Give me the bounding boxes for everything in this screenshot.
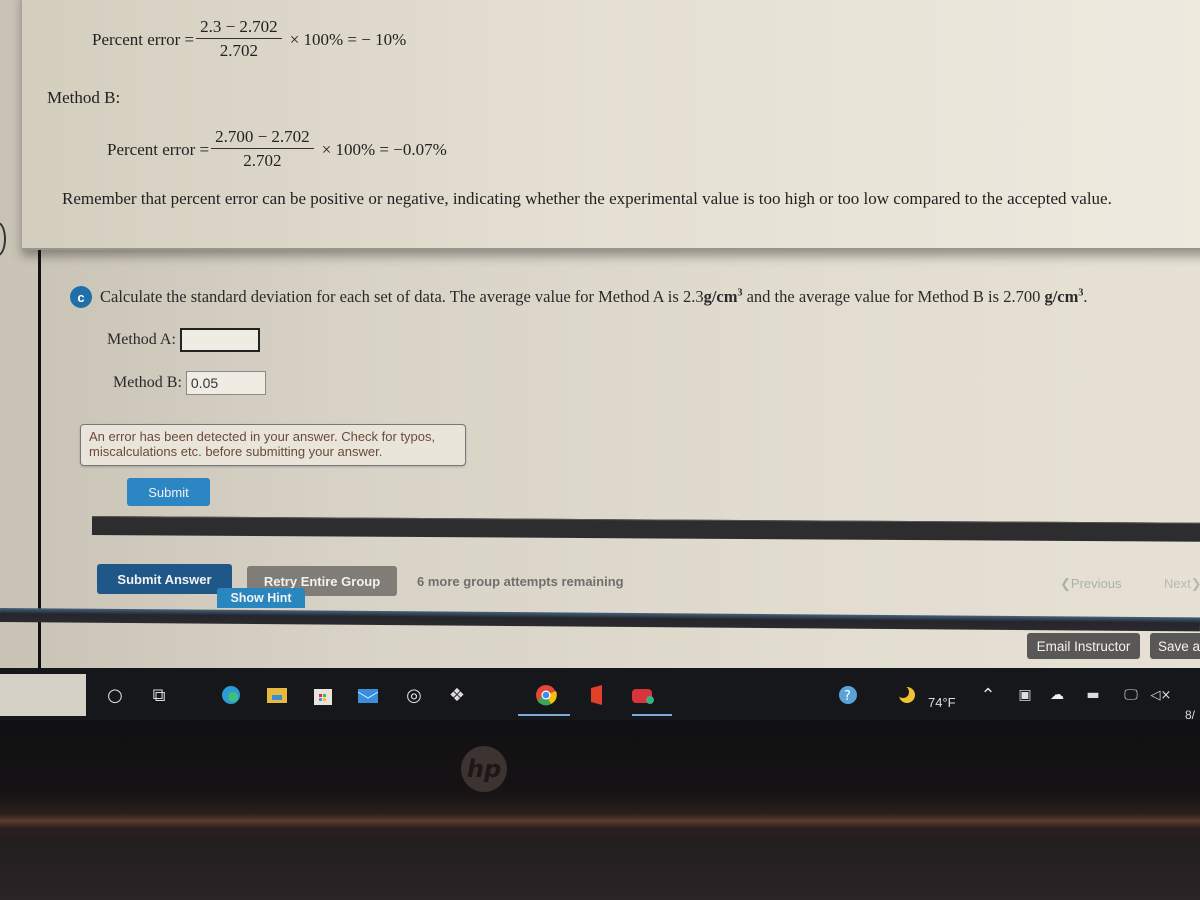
mail-icon[interactable]: [355, 682, 381, 708]
method-a-label: Method A:: [107, 331, 176, 348]
method-a-row: Method A:: [107, 328, 260, 352]
method-b-label: Method B:: [113, 374, 182, 391]
unit-a: g/cm3: [703, 287, 743, 306]
equation-lhs: Percent error =: [92, 29, 195, 49]
prompt-end: .: [1083, 287, 1088, 306]
weather-temperature: 74°F: [928, 695, 956, 710]
submit-answer-button[interactable]: Submit Answer: [97, 564, 232, 594]
app-circle-icon[interactable]: ◎: [401, 682, 427, 708]
error-message: An error has been detected in your answe…: [80, 424, 466, 466]
onedrive-cloud-icon[interactable]: ☁: [1044, 682, 1070, 708]
numerator: 2.3 − 2.702: [196, 16, 282, 39]
dropbox-icon[interactable]: ❖: [444, 682, 470, 708]
explanation-card: Method A: Percent error = 2.3 − 2.702 2.…: [22, 0, 1200, 250]
unit-b: g/cm3: [1044, 287, 1084, 306]
office-icon[interactable]: [584, 682, 610, 708]
save-button[interactable]: Save a: [1150, 633, 1200, 659]
browser-screen: Method A: Percent error = 2.3 − 2.702 2.…: [0, 0, 1200, 668]
prompt-text-b: and the average value for Method B is 2.…: [742, 287, 1045, 306]
help-icon[interactable]: ?: [835, 682, 861, 708]
footer-divider: [0, 608, 1200, 632]
meet-now-icon[interactable]: ▣: [1012, 682, 1038, 708]
red-app-icon[interactable]: [630, 682, 656, 708]
left-edge-curve: [0, 222, 6, 256]
submit-button[interactable]: Submit: [127, 478, 210, 506]
equation-lhs: Percent error =: [107, 139, 210, 159]
fraction: 2.700 − 2.702 2.702: [211, 126, 314, 173]
part-c-badge: c: [70, 286, 92, 308]
denominator: 2.702: [243, 151, 282, 170]
edge-icon[interactable]: [218, 682, 244, 708]
method-a-input[interactable]: [179, 328, 260, 352]
section-divider: [91, 516, 1200, 542]
chrome-active-indicator: [518, 714, 570, 716]
red-app-indicator: [632, 714, 672, 716]
laptop-bezel: [0, 720, 1200, 900]
volume-muted-icon[interactable]: ◁×: [1148, 682, 1174, 708]
chrome-icon[interactable]: [533, 682, 559, 708]
method-b-input[interactable]: [185, 371, 266, 395]
svg-text:?: ?: [844, 689, 851, 704]
numerator: 2.700 − 2.702: [211, 126, 314, 149]
task-view-icon[interactable]: ⧉: [146, 682, 172, 708]
next-link[interactable]: Next❯: [1164, 576, 1200, 592]
part-c-prompt: c Calculate the standard deviation for e…: [70, 286, 1087, 308]
taskbar-search-area[interactable]: [0, 674, 86, 716]
equation-rhs: × 100% = − 10%: [289, 29, 407, 49]
weather-moon-icon: [894, 682, 920, 708]
fraction: 2.3 − 2.702 2.702: [196, 16, 282, 63]
battery-icon[interactable]: ▬: [1080, 682, 1106, 708]
show-hint-button[interactable]: Show Hint: [217, 588, 305, 608]
left-border-line: [38, 250, 41, 668]
show-hidden-icons-chevron[interactable]: ⌃: [975, 682, 1001, 708]
email-instructor-button[interactable]: Email Instructor: [1027, 633, 1140, 659]
method-b-equation: Percent error = 2.700 − 2.702 2.702 × 10…: [107, 126, 447, 173]
denominator: 2.702: [219, 41, 259, 60]
equation-rhs: × 100% = −0.07%: [321, 139, 447, 159]
method-b-heading: Method B:: [47, 88, 121, 107]
store-icon[interactable]: [310, 682, 336, 708]
hp-logo: hp: [461, 746, 507, 792]
method-b-row: Method B:: [113, 371, 266, 395]
file-explorer-icon[interactable]: [264, 682, 290, 708]
remember-note: Remember that percent error can be posit…: [62, 189, 1112, 208]
method-a-equation: Percent error = 2.3 − 2.702 2.702 × 100%…: [92, 16, 406, 63]
attempts-remaining: 6 more group attempts remaining: [417, 574, 624, 589]
network-icon[interactable]: 🖵: [1118, 682, 1144, 708]
cortana-circle-icon[interactable]: ○: [102, 682, 128, 708]
previous-link[interactable]: ❮Previous: [1060, 576, 1121, 592]
prompt-text-a: Calculate the standard deviation for eac…: [100, 287, 704, 306]
